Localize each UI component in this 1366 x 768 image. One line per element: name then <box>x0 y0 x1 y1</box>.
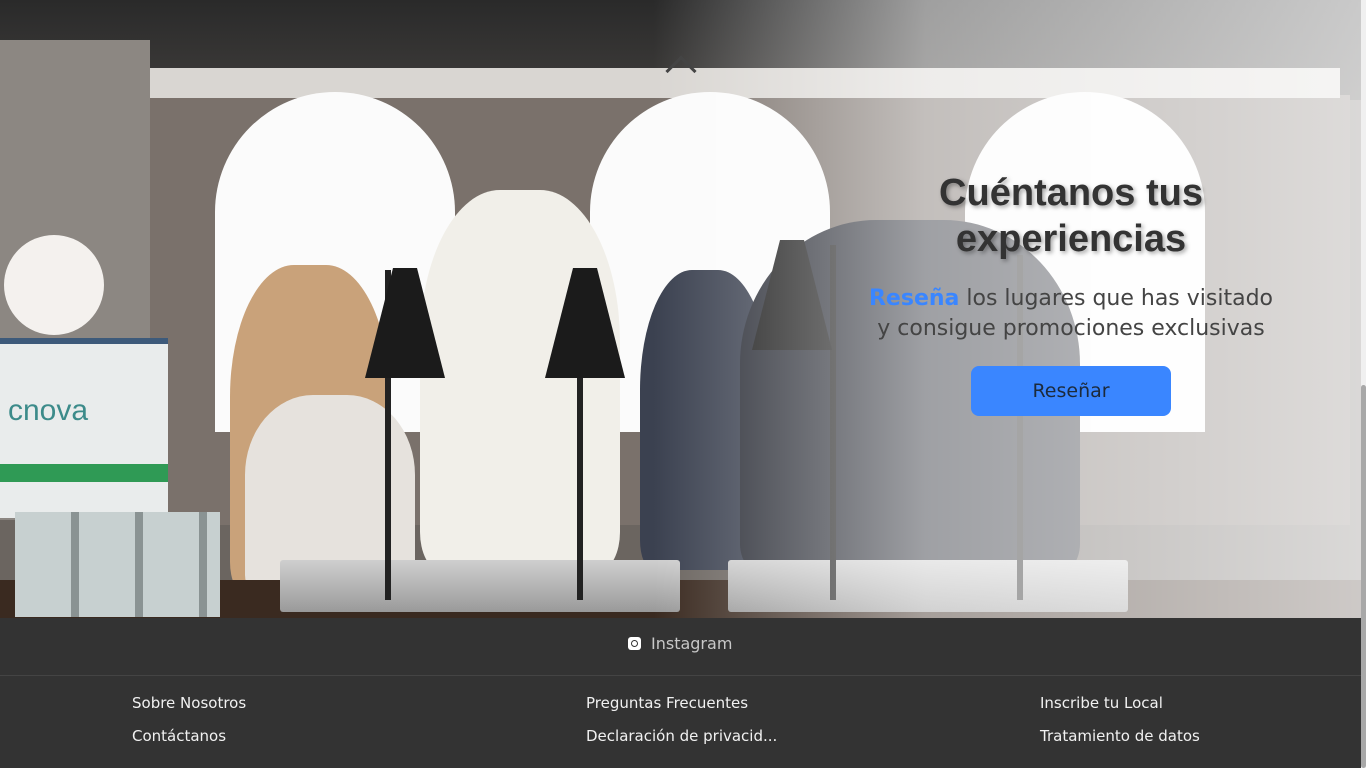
footer-link-inscribe-local[interactable]: Inscribe tu Local <box>1040 694 1163 712</box>
footer-link-contactanos[interactable]: Contáctanos <box>132 727 226 745</box>
scrollbar-thumb[interactable] <box>1361 385 1366 768</box>
social-bar: Instagram <box>0 618 1361 676</box>
footer-link-tratamiento-datos[interactable]: Tratamiento de datos <box>1040 727 1200 745</box>
footer-link-preguntas-frecuentes[interactable]: Preguntas Frecuentes <box>586 694 748 712</box>
cta-subtitle-highlight: Reseña <box>868 286 960 311</box>
review-button[interactable]: Reseñar <box>971 366 1171 416</box>
cta-title: Cuéntanos tus experiencias <box>939 172 1203 260</box>
footer-link-privacidad[interactable]: Declaración de privacid... <box>586 727 777 745</box>
footer-link-sobre-nosotros[interactable]: Sobre Nosotros <box>132 694 246 712</box>
footer-links: Sobre Nosotros Contáctanos Preguntas Fre… <box>0 677 1361 768</box>
instagram-link[interactable]: Instagram <box>628 634 732 653</box>
instagram-label: Instagram <box>651 634 733 653</box>
cta-subtitle: Reseña los lugares que has visitado y co… <box>860 284 1282 344</box>
instagram-icon <box>628 637 641 650</box>
review-cta: Cuéntanos tus experiencias Reseña los lu… <box>860 170 1282 416</box>
hero-section: cnova Cuéntanos tus experiencias Reseña … <box>0 0 1361 618</box>
